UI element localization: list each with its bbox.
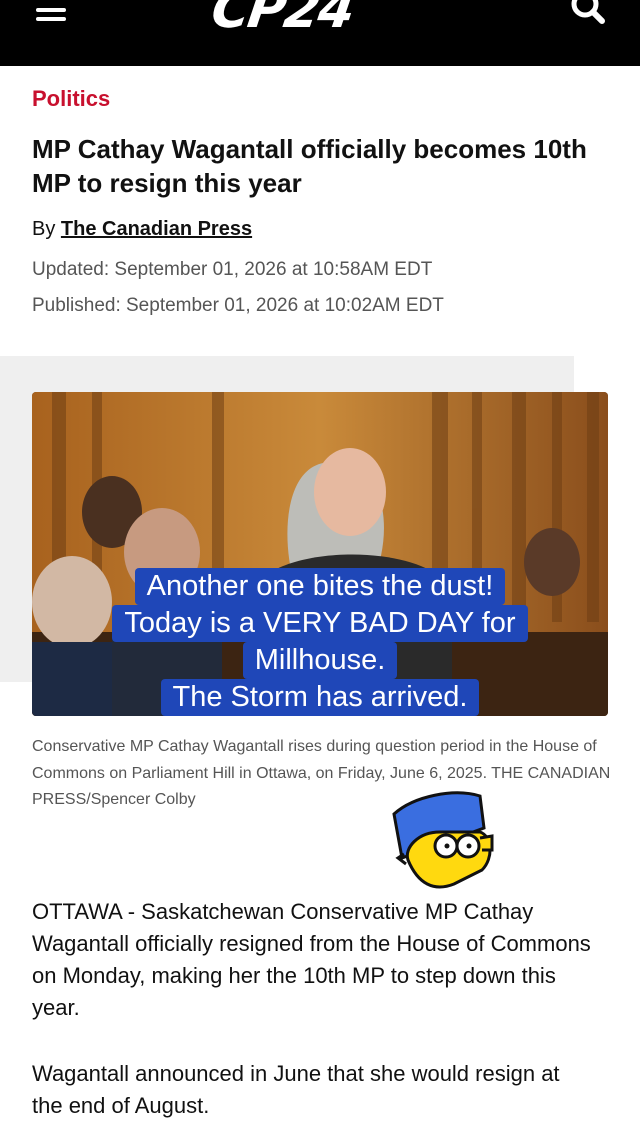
article-photo[interactable]	[32, 392, 608, 716]
article-paragraph: OTTAWA - Saskatchewan Conservative MP Ca…	[32, 899, 591, 1020]
search-icon[interactable]	[568, 0, 608, 28]
byline-prefix: By	[32, 218, 56, 240]
updated-timestamp: Updated: September 01, 2026 at 10:58AM E…	[32, 259, 433, 280]
photo-illustration	[32, 392, 608, 716]
image-caption: Conservative MP Cathay Wagantall rises d…	[32, 738, 611, 808]
category-link[interactable]: Politics	[32, 86, 110, 112]
article-headline: MP Cathay Wagantall officially becomes 1…	[32, 134, 587, 198]
author-link[interactable]: The Canadian Press	[61, 218, 252, 240]
top-navigation-bar: CP24	[0, 0, 640, 66]
byline: By The Canadian Press	[32, 218, 252, 241]
hamburger-menu-icon[interactable]	[36, 6, 68, 26]
milhouse-sticker	[392, 791, 494, 889]
article-paragraph: Wagantall announced in June that she wou…	[32, 1061, 560, 1118]
published-timestamp: Published: September 01, 2026 at 10:02AM…	[32, 295, 444, 316]
cp24-logo[interactable]: CP24	[208, 0, 357, 40]
